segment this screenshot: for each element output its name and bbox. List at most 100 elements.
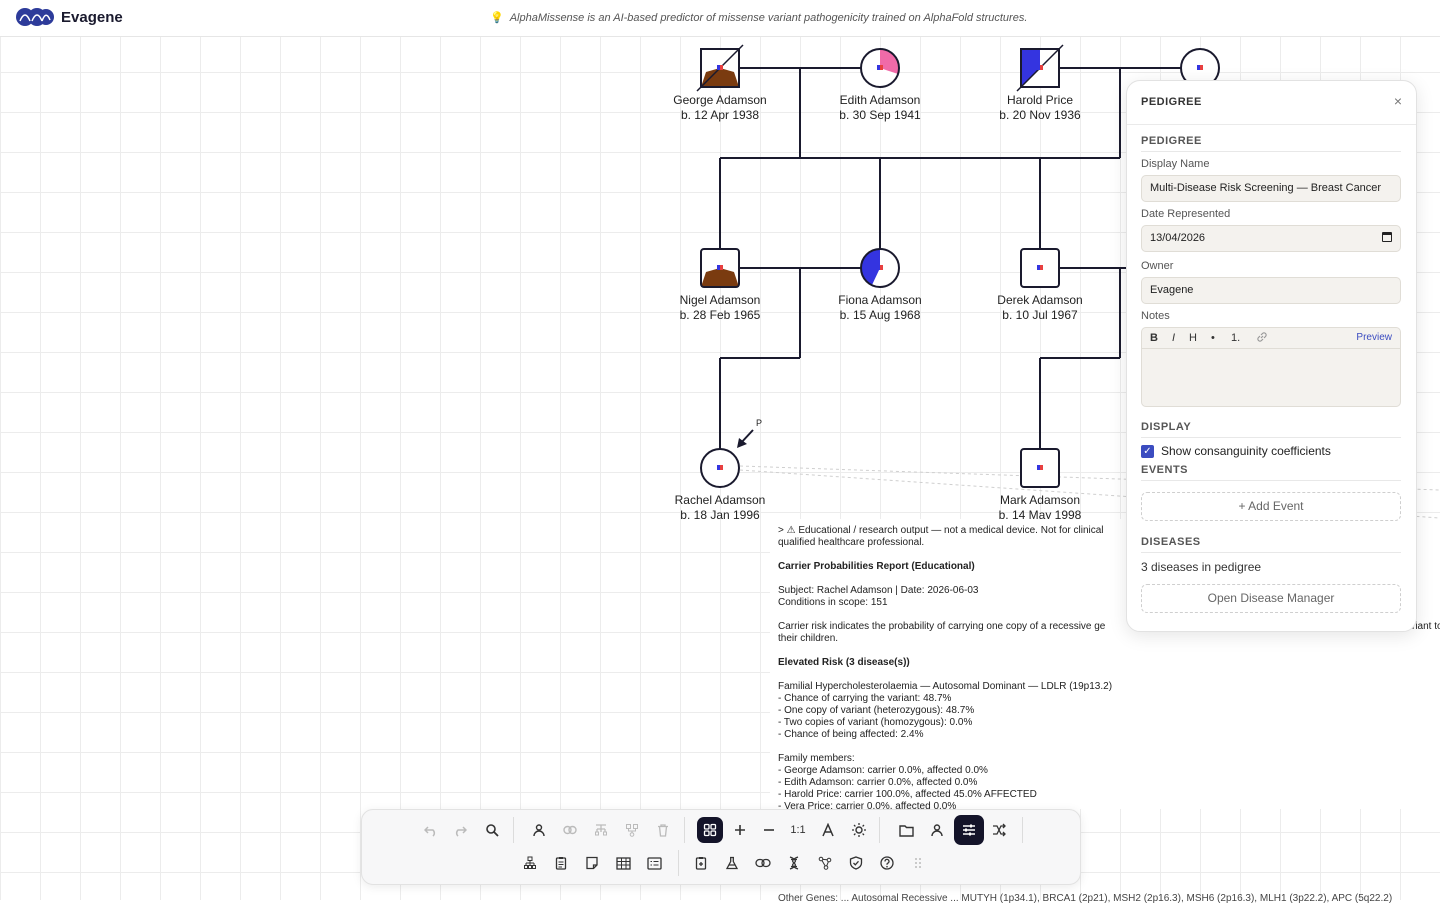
- owner-label: Owner: [1141, 260, 1174, 272]
- notes-textarea[interactable]: [1141, 349, 1401, 407]
- person-mark-symbol[interactable]: [1020, 448, 1060, 488]
- toolbar-divider: [513, 817, 514, 843]
- tip-text: AlphaMissense is an AI-based predictor o…: [509, 12, 1028, 24]
- report-explain-a: Carrier risk indicates the probability o…: [778, 621, 1106, 632]
- person-edith-symbol[interactable]: [860, 48, 900, 88]
- report-stat: - One copy of variant (heterozygous): 48…: [778, 705, 975, 716]
- person-fiona-symbol[interactable]: [860, 248, 900, 288]
- person-george-symbol[interactable]: [696, 44, 744, 92]
- italic-button[interactable]: I: [1172, 332, 1175, 344]
- zoom-reset-button[interactable]: 1:1: [785, 817, 811, 843]
- add-partner-icon[interactable]: [557, 817, 583, 843]
- folder-icon[interactable]: [893, 817, 919, 843]
- person-rachel-symbol[interactable]: [700, 448, 740, 488]
- person-label-derek[interactable]: Derek Adamson b. 10 Jul 1967: [970, 293, 1110, 323]
- form-icon[interactable]: [641, 850, 667, 876]
- consanguinity-label: Show consanguinity coefficients: [1161, 444, 1331, 458]
- user-icon[interactable]: [924, 817, 950, 843]
- person-label-mark[interactable]: Mark Adamson b. 14 May 1998: [970, 493, 1110, 519]
- report-member: - Harold Price: carrier 100.0%, affected…: [778, 789, 1037, 800]
- section-pedigree: PEDIGREE: [1141, 135, 1401, 152]
- section-display: DISPLAY: [1141, 421, 1401, 438]
- person-label-rachel[interactable]: Rachel Adamson b. 18 Jan 1996: [650, 493, 790, 523]
- open-disease-manager-button[interactable]: Open Disease Manager: [1141, 584, 1401, 613]
- toolbar-divider: [678, 850, 679, 876]
- shuffle-icon[interactable]: [986, 817, 1012, 843]
- add-event-button[interactable]: + Add Event: [1141, 492, 1401, 521]
- section-diseases: DISEASES: [1141, 536, 1401, 553]
- person-name: Nigel Adamson: [679, 293, 761, 307]
- table-icon[interactable]: [610, 850, 636, 876]
- app-logo[interactable]: Evagene: [15, 7, 123, 27]
- tip-banner: 💡 AlphaMissense is an AI-based predictor …: [490, 11, 1027, 24]
- report-icon[interactable]: [688, 850, 714, 876]
- display-name-input[interactable]: Multi-Disease Risk Screening — Breast Ca…: [1141, 175, 1401, 202]
- person-label-fiona[interactable]: Fiona Adamson b. 15 Aug 1968: [810, 293, 950, 323]
- person-birth: b. 10 Jul 1967: [1002, 308, 1078, 322]
- link-icon[interactable]: [1256, 331, 1268, 346]
- person-birth: b. 15 Aug 1968: [839, 308, 921, 322]
- proband-arrow-icon: P: [737, 418, 762, 448]
- report-tail-text: Other Genes: ... Autosomal Recessive ...…: [778, 893, 1393, 904]
- person-name: Fiona Adamson: [838, 293, 922, 307]
- heading-button[interactable]: H: [1189, 332, 1197, 344]
- add-sibling-icon[interactable]: [619, 817, 645, 843]
- report-stat: - Chance of carrying the variant: 48.7%: [778, 693, 952, 704]
- report-member: - George Adamson: carrier 0.0%, affected…: [778, 765, 988, 776]
- person-label-nigel[interactable]: Nigel Adamson b. 28 Feb 1965: [650, 293, 790, 323]
- app-name: Evagene: [61, 8, 123, 26]
- text-size-icon[interactable]: [815, 817, 841, 843]
- person-harold-symbol[interactable]: [1016, 44, 1064, 92]
- shield-icon[interactable]: [843, 850, 869, 876]
- calendar-icon[interactable]: [1382, 232, 1392, 242]
- person-derek-symbol[interactable]: [1020, 248, 1060, 288]
- add-children-icon[interactable]: [588, 817, 614, 843]
- search-icon[interactable]: [479, 817, 505, 843]
- settings-sliders-icon[interactable]: [954, 815, 984, 845]
- note-icon[interactable]: [579, 850, 605, 876]
- theme-icon[interactable]: [846, 817, 872, 843]
- consanguinity-checkbox[interactable]: ✓: [1141, 445, 1154, 458]
- delete-icon[interactable]: [650, 817, 676, 843]
- report-explain-b: riant to: [1412, 621, 1440, 632]
- date-input[interactable]: 13/04/2026: [1141, 225, 1401, 252]
- person-label-harold[interactable]: Harold Price b. 20 Nov 1936: [970, 93, 1110, 123]
- person-label-george[interactable]: George Adamson b. 12 Apr 1938: [650, 93, 790, 123]
- report-elevated-heading: Elevated Risk (3 disease(s)): [778, 657, 910, 668]
- layout-grid-icon[interactable]: [697, 817, 723, 843]
- report-stat: - Chance of being affected: 2.4%: [778, 729, 924, 740]
- drag-handle-icon[interactable]: [905, 850, 931, 876]
- close-icon[interactable]: ×: [1394, 93, 1402, 109]
- person-label-edith[interactable]: Edith Adamson b. 30 Sep 1941: [810, 93, 950, 123]
- add-person-icon[interactable]: [526, 817, 552, 843]
- bold-button[interactable]: B: [1150, 332, 1158, 344]
- clipboard-icon[interactable]: [548, 850, 574, 876]
- preview-button[interactable]: Preview: [1356, 332, 1392, 343]
- help-icon[interactable]: [874, 850, 900, 876]
- person-name: Mark Adamson: [999, 493, 1081, 507]
- bullet-list-button[interactable]: •: [1211, 332, 1215, 344]
- person-birth: b. 30 Sep 1941: [839, 108, 921, 122]
- redo-icon[interactable]: [447, 817, 473, 843]
- share-icon[interactable]: [812, 850, 838, 876]
- numbered-list-button[interactable]: 1.: [1231, 332, 1240, 344]
- owner-input[interactable]: Evagene: [1141, 277, 1401, 304]
- undo-icon[interactable]: [418, 817, 444, 843]
- notes-label: Notes: [1141, 310, 1170, 322]
- report-disease: Familial Hypercholesterolaemia — Autosom…: [778, 681, 1113, 692]
- zoom-out-icon[interactable]: [756, 817, 782, 843]
- proband-marker: P: [756, 418, 762, 428]
- dna-icon[interactable]: [781, 850, 807, 876]
- person-birth: b. 28 Feb 1965: [679, 308, 761, 322]
- person-name: Rachel Adamson: [674, 493, 766, 507]
- panel-title: PEDIGREE: [1141, 96, 1202, 108]
- person-nigel-symbol[interactable]: [700, 248, 740, 288]
- person-birth: b. 12 Apr 1938: [680, 108, 760, 122]
- link-chain-icon[interactable]: [750, 850, 776, 876]
- pedigree-panel: PEDIGREE × PEDIGREE Display Name Multi-D…: [1126, 80, 1417, 632]
- tree-icon[interactable]: [517, 850, 543, 876]
- section-events: EVENTS: [1141, 464, 1401, 481]
- flask-icon[interactable]: [719, 850, 745, 876]
- toolbar-divider: [684, 817, 685, 843]
- zoom-in-icon[interactable]: [727, 817, 753, 843]
